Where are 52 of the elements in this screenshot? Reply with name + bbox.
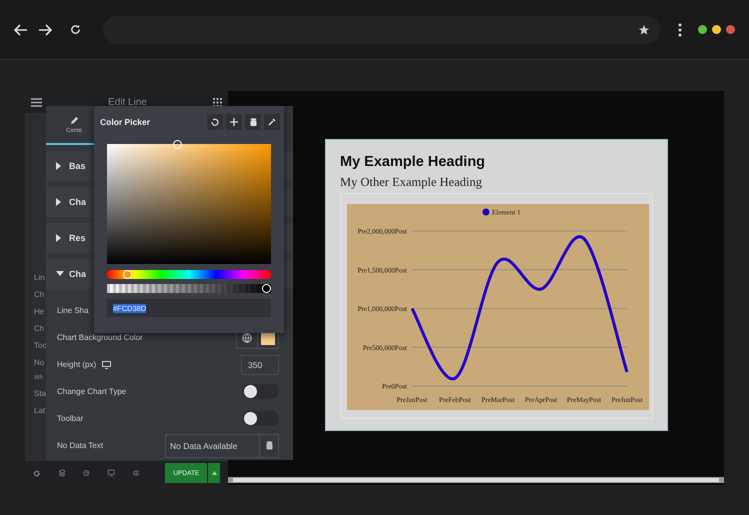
sidebar-label: Ch: [34, 324, 44, 333]
toggle-switch[interactable]: [243, 384, 279, 399]
back-arrow-icon[interactable]: [14, 24, 28, 36]
height-input[interactable]: 350: [241, 354, 279, 374]
globe-icon[interactable]: [242, 332, 252, 342]
horizontal-scrollbar[interactable]: [228, 477, 724, 483]
control-label: Toolbar: [57, 414, 84, 423]
control-label: Height (px): [57, 360, 96, 369]
sidebar-label: Lin: [34, 273, 45, 282]
heading: My Example Heading: [340, 154, 486, 170]
update-options-button[interactable]: [208, 463, 220, 483]
more-options-icon[interactable]: [678, 22, 682, 36]
reset-icon[interactable]: [207, 114, 223, 130]
editor-title: Edit Line: [108, 96, 147, 108]
menu-icon[interactable]: [31, 98, 42, 106]
responsive-icon[interactable]: [108, 469, 115, 477]
forward-arrow-icon[interactable]: [38, 24, 52, 36]
caret-up-icon: [212, 471, 217, 475]
no-data-text-field[interactable]: No Data Available: [165, 434, 279, 458]
settings-icon[interactable]: [33, 468, 41, 478]
opacity-thumb[interactable]: [262, 284, 271, 293]
eyedropper-icon[interactable]: [264, 114, 280, 130]
history-icon[interactable]: [83, 469, 90, 477]
desktop-icon: [102, 360, 112, 368]
control-label: Change Chart Type: [57, 387, 126, 396]
legend-marker: [482, 208, 490, 216]
toggle-switch[interactable]: [243, 411, 279, 426]
pencil-icon: [70, 116, 78, 124]
hue-slider[interactable]: [107, 270, 271, 279]
sidebar-label: Lat: [34, 406, 46, 415]
window-dot[interactable]: [698, 25, 707, 34]
sidebar-label: Ch: [34, 290, 44, 299]
sidebar-label: No: [34, 358, 44, 367]
hue-thumb[interactable]: [122, 270, 132, 279]
opacity-slider[interactable]: [107, 284, 271, 293]
control-label: Chart Background Color: [57, 333, 143, 342]
database-icon[interactable]: [245, 114, 261, 130]
caret-down-icon: [56, 270, 64, 278]
database-icon[interactable]: [266, 441, 272, 450]
sidebar-label: Sta: [34, 389, 46, 398]
subheading: My Other Example Heading: [340, 175, 482, 190]
eye-icon[interactable]: [132, 470, 140, 476]
star-icon[interactable]: [638, 24, 650, 36]
reload-icon[interactable]: [70, 24, 81, 35]
window-dot[interactable]: [712, 25, 721, 34]
window-dot[interactable]: [726, 25, 735, 34]
layers-icon[interactable]: [58, 469, 66, 477]
add-icon[interactable]: [226, 114, 242, 130]
sidebar-label: He: [34, 307, 44, 316]
control-label: No Data Text: [57, 441, 104, 450]
control-label: Line Sha: [57, 306, 89, 315]
color-picker-title: Color Picker: [100, 117, 150, 127]
